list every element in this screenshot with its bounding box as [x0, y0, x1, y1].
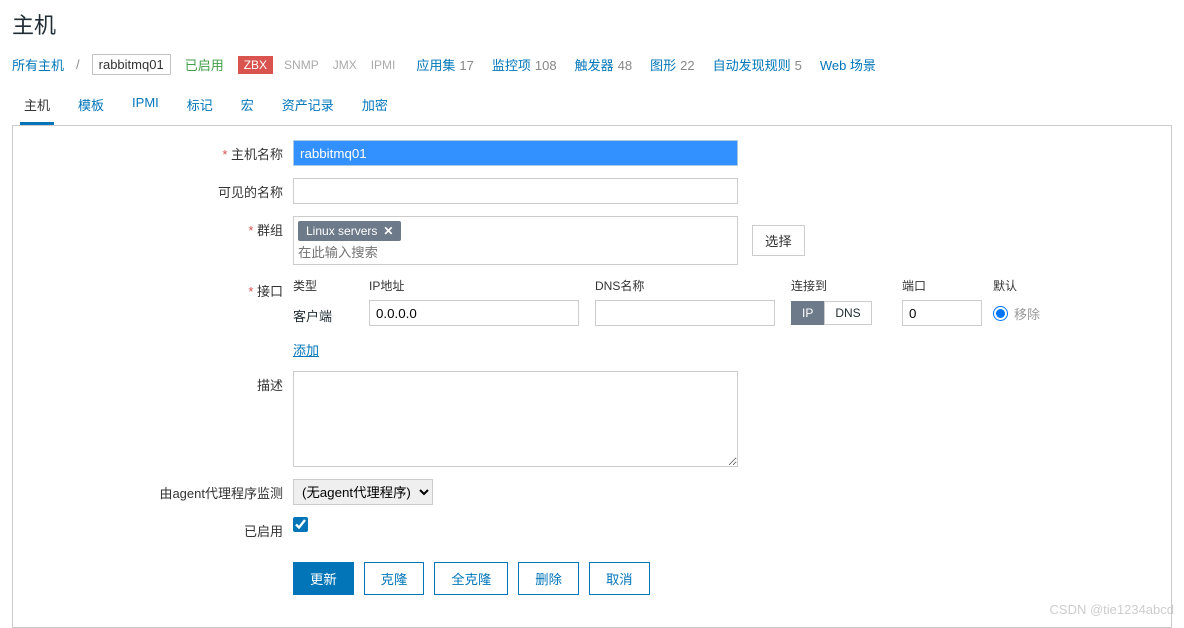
- tab-ipmi[interactable]: IPMI: [128, 87, 163, 125]
- nav-stat-items[interactable]: 监控项108: [492, 55, 557, 74]
- nav-stat-discovery[interactable]: 自动发现规则5: [713, 55, 802, 74]
- iface-default-radio[interactable]: [993, 306, 1008, 321]
- group-tag-label: Linux servers: [306, 224, 377, 238]
- seg-ip[interactable]: IP: [791, 301, 824, 325]
- seg-dns[interactable]: DNS: [824, 301, 871, 325]
- multiselect-groups[interactable]: Linux servers ✕: [293, 216, 738, 265]
- full-clone-button[interactable]: 全克隆: [434, 562, 508, 595]
- tab-tags[interactable]: 标记: [183, 87, 217, 125]
- input-description[interactable]: [293, 371, 738, 467]
- label-enabled: 已启用: [13, 517, 293, 540]
- update-button[interactable]: 更新: [293, 562, 354, 595]
- tab-macros[interactable]: 宏: [237, 87, 258, 125]
- iface-ip-input[interactable]: [369, 300, 579, 326]
- hdr-connect: 连接到: [791, 277, 896, 294]
- iface-add-link[interactable]: 添加: [293, 340, 319, 359]
- hdr-default: 默认: [993, 277, 1043, 294]
- status-zbx: ZBX: [238, 56, 273, 74]
- label-description: 描述: [13, 371, 293, 394]
- group-tag[interactable]: Linux servers ✕: [298, 221, 401, 241]
- watermark: CSDN @tie1234abcd: [1050, 602, 1174, 617]
- tab-inventory[interactable]: 资产记录: [278, 87, 338, 125]
- form-area: 主机名称 可见的名称 群组 Linux servers ✕ 选择 接口: [12, 126, 1172, 628]
- input-visible-name[interactable]: [293, 178, 738, 204]
- status-snmp: SNMP: [281, 56, 322, 74]
- select-proxy[interactable]: (无agent代理程序): [293, 479, 433, 505]
- hdr-dns: DNS名称: [595, 277, 785, 294]
- label-interfaces: 接口: [13, 277, 293, 300]
- nav-stat-web[interactable]: Web 场景: [820, 55, 880, 74]
- breadcrumb-all-hosts[interactable]: 所有主机: [12, 55, 64, 74]
- status-ipmi: IPMI: [368, 56, 399, 74]
- nav-stat-apps[interactable]: 应用集17: [416, 55, 473, 74]
- label-proxy: 由agent代理程序监测: [13, 479, 293, 502]
- checkbox-enabled[interactable]: [293, 517, 308, 532]
- iface-dns-input[interactable]: [595, 300, 775, 326]
- iface-agent-label: 客户端: [293, 302, 363, 325]
- breadcrumb-host[interactable]: rabbitmq01: [92, 54, 171, 75]
- breadcrumb-sep: /: [76, 57, 80, 72]
- iface-port-input[interactable]: [902, 300, 982, 326]
- connect-to-toggle: IP DNS: [791, 301, 896, 325]
- tabs: 主机 模板 IPMI 标记 宏 资产记录 加密: [12, 87, 1172, 126]
- status-jmx: JMX: [330, 56, 360, 74]
- status-enabled: 已启用: [185, 55, 224, 74]
- delete-button[interactable]: 删除: [518, 562, 579, 595]
- hdr-type: 类型: [293, 277, 363, 294]
- input-host-name[interactable]: [293, 140, 738, 166]
- label-visible-name: 可见的名称: [13, 178, 293, 201]
- label-host-name: 主机名称: [13, 140, 293, 163]
- nav-stat-graphs[interactable]: 图形22: [650, 55, 694, 74]
- header-row: 所有主机 / rabbitmq01 已启用 ZBX SNMP JMX IPMI …: [12, 54, 1172, 75]
- cancel-button[interactable]: 取消: [589, 562, 650, 595]
- remove-group-icon[interactable]: ✕: [383, 224, 393, 238]
- tab-host[interactable]: 主机: [20, 87, 54, 125]
- clone-button[interactable]: 克隆: [364, 562, 425, 595]
- nav-stat-triggers[interactable]: 触发器48: [575, 55, 632, 74]
- select-group-button[interactable]: 选择: [752, 225, 805, 256]
- tab-encryption[interactable]: 加密: [358, 87, 392, 125]
- group-search-input[interactable]: [298, 245, 733, 260]
- tab-templates[interactable]: 模板: [74, 87, 108, 125]
- page-title: 主机: [12, 8, 1172, 40]
- iface-remove[interactable]: 移除: [1014, 304, 1074, 323]
- hdr-ip: IP地址: [369, 277, 589, 294]
- hdr-port: 端口: [902, 277, 987, 294]
- label-groups: 群组: [13, 216, 293, 239]
